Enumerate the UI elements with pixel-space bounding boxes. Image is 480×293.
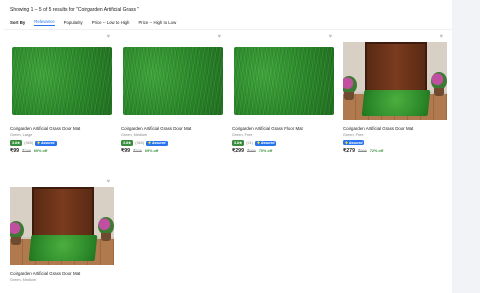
plus-icon: ✚	[345, 140, 348, 145]
product-title[interactable]: Coirgarden Artificial Grass Door Mat	[121, 126, 225, 131]
product-variant: Green, Free	[232, 133, 253, 137]
product-title[interactable]: Coirgarden Artificial Grass Floor Mat	[232, 126, 336, 131]
rating-row: 3.8★ (365) ✚ Assured	[121, 140, 168, 146]
mrp: ₹999	[246, 149, 256, 153]
grass-mat-image	[12, 47, 112, 115]
grass-mat-image	[123, 47, 223, 115]
rating-badge: 3.8★	[10, 140, 23, 146]
rating-row: 3.8★ (21) ✚ Assured	[232, 140, 277, 146]
product-image[interactable]	[121, 42, 225, 120]
price-row: ₹279 ₹999 72% off	[343, 148, 383, 154]
price: ₹99	[10, 148, 20, 154]
product-variant: Green, Free	[343, 133, 364, 137]
product-image[interactable]	[232, 42, 336, 120]
heart-icon[interactable]: ♥	[328, 34, 332, 40]
product-title[interactable]: Coirgarden Artificial Grass Door Mat	[10, 126, 114, 131]
sort-option-popularity[interactable]: Popularity	[64, 20, 83, 25]
grass-mat-image	[234, 47, 334, 115]
plus-icon: ✚	[148, 141, 151, 145]
product-variant: Green, Medium	[121, 133, 148, 137]
divider	[4, 29, 452, 30]
rating-row: ✚ Assured	[343, 140, 365, 145]
heart-icon[interactable]: ♥	[439, 34, 443, 40]
price: ₹99	[121, 148, 131, 154]
product-variant: Green, Large	[10, 133, 33, 137]
price-row: ₹99 ₹249 60% off	[10, 148, 47, 154]
discount: 60% off	[33, 149, 48, 153]
sort-by-label: Sort By	[10, 19, 26, 25]
review-count: (21)	[246, 141, 253, 145]
rating-badge: 3.8★	[121, 140, 134, 146]
price: ₹279	[343, 148, 355, 154]
sort-option-relevance[interactable]: Relevance	[34, 19, 55, 26]
heart-icon[interactable]: ♥	[217, 34, 221, 40]
doorstep-mat-image	[343, 42, 447, 120]
price-row: ₹299 ₹999 70% off	[232, 148, 272, 154]
discount: 72% off	[369, 149, 384, 153]
assured-badge: ✚ Assured	[254, 140, 277, 146]
results-panel: Showing 1 – 5 of 5 results for "Coirgard…	[0, 0, 452, 293]
product-variant: Green, Medium	[10, 278, 37, 282]
mrp: ₹999	[357, 149, 367, 153]
results-summary: Showing 1 – 5 of 5 results for "Coirgard…	[10, 7, 140, 13]
mrp: ₹326	[133, 149, 142, 153]
review-count: (365)	[24, 141, 34, 145]
sort-option-price-low-high[interactable]: Price -- Low to High	[92, 20, 130, 25]
product-title[interactable]: Coirgarden Artificial Grass Door Mat	[343, 126, 447, 131]
plus-icon: ✚	[256, 141, 260, 145]
assured-badge: ✚ Assured	[343, 140, 365, 145]
discount: 70% off	[258, 149, 273, 153]
assured-badge: ✚ Assured	[35, 140, 57, 146]
sort-bar: Sort By Relevance Popularity Price -- Lo…	[10, 18, 176, 26]
rating-badge: 3.8★	[232, 140, 245, 146]
product-image[interactable]	[10, 187, 114, 265]
price-row: ₹99 ₹326 69% off	[121, 148, 158, 154]
price: ₹299	[232, 148, 244, 154]
sort-option-price-high-low[interactable]: Price -- High to Low	[138, 20, 176, 25]
doorstep-mat-image	[10, 187, 114, 265]
mrp: ₹249	[22, 149, 31, 153]
product-image[interactable]	[10, 42, 114, 120]
product-title[interactable]: Coirgarden Artificial Grass Door Mat	[10, 271, 114, 276]
plus-icon: ✚	[37, 141, 40, 145]
heart-icon[interactable]: ♥	[106, 179, 110, 185]
product-image[interactable]	[343, 42, 447, 120]
heart-icon[interactable]: ♥	[106, 34, 110, 40]
review-count: (365)	[135, 141, 145, 145]
rating-row: 3.8★ (365) ✚ Assured	[10, 140, 57, 146]
assured-badge: ✚ Assured	[146, 140, 168, 146]
discount: 69% off	[144, 149, 159, 153]
